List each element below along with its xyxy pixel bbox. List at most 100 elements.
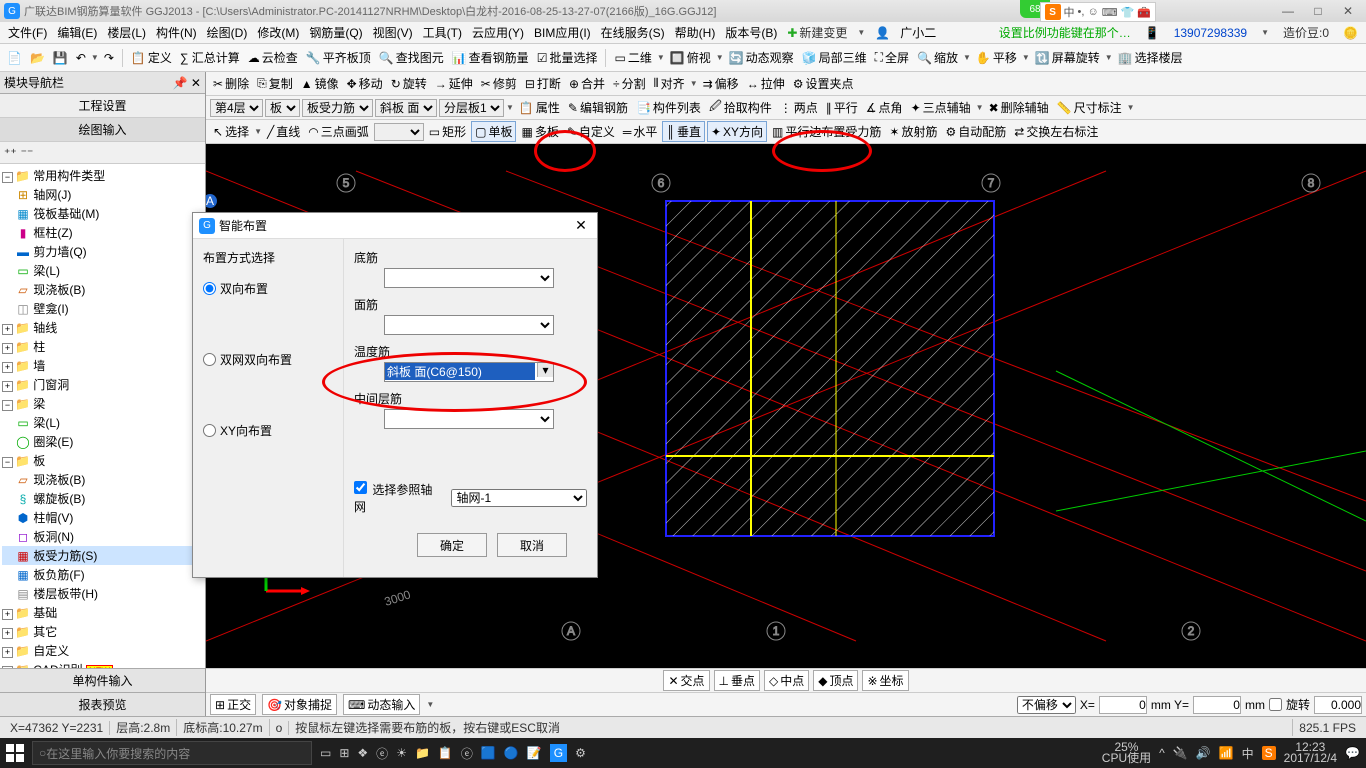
app-icon-7[interactable]: 📝 <box>527 746 542 760</box>
find-element-button[interactable]: 🔍查找图元 <box>376 47 447 68</box>
save-icon[interactable]: 💾 <box>50 49 71 67</box>
osnap-mid[interactable]: ◇ 中点 <box>764 670 809 691</box>
osnap-coord[interactable]: ※ 坐标 <box>862 670 908 691</box>
cloud-check-button[interactable]: ☁云检查 <box>245 47 301 68</box>
ime-tray[interactable]: 中 <box>1242 745 1254 762</box>
dimension-button[interactable]: 📏尺寸标注 <box>1054 98 1125 117</box>
point-angle-button[interactable]: ∡点角 <box>863 98 906 117</box>
app-icon-4[interactable]: 📋 <box>438 746 453 760</box>
app-icon-2[interactable]: ❖ <box>357 746 368 760</box>
menu-edit[interactable]: 编辑(E) <box>53 22 101 43</box>
fullscreen-button[interactable]: ⛶全屏 <box>872 47 912 68</box>
open-file-icon[interactable]: 📂 <box>27 49 48 67</box>
app-icon-8[interactable]: ⚙ <box>575 746 586 760</box>
offset-mode-select[interactable]: 不偏移 <box>1017 696 1076 714</box>
flat-top-button[interactable]: 🔧平齐板顶 <box>303 47 374 68</box>
pick-button[interactable]: 🖉拾取构件 <box>706 96 775 119</box>
toolbox-icon[interactable]: 🧰 <box>1137 6 1151 19</box>
taskbar-search[interactable]: ○ 在这里输入你要搜索的内容 <box>32 741 312 765</box>
explorer-icon[interactable]: 📁 <box>415 746 430 760</box>
vert-button[interactable]: ║垂直 <box>662 121 705 142</box>
maximize-button[interactable]: □ <box>1304 3 1332 19</box>
osnap-perp[interactable]: ⊥ 垂点 <box>714 670 760 691</box>
align-button[interactable]: ⫴对齐 <box>651 74 688 93</box>
cancel-button[interactable]: 取消 <box>497 533 567 557</box>
custom-button[interactable]: ✎自定义 <box>564 122 618 141</box>
horiz-button[interactable]: ═水平 <box>620 122 661 141</box>
offset-y-input[interactable] <box>1193 696 1241 714</box>
tab-single-input[interactable]: 单构件输入 <box>0 668 205 692</box>
keyboard-icon[interactable]: ⌨ <box>1102 6 1118 19</box>
comp-list-button[interactable]: 📑构件列表 <box>633 98 704 117</box>
menu-bim[interactable]: BIM应用(I) <box>530 22 595 43</box>
pan-button[interactable]: ✋平移 <box>973 47 1020 68</box>
linetype-select[interactable] <box>374 123 424 141</box>
volume-icon[interactable]: 🔊 <box>1196 746 1211 760</box>
break-button[interactable]: ⊟打断 <box>522 74 564 93</box>
swap-label-button[interactable]: ⇄交换左右标注 <box>1011 122 1101 141</box>
copy-button[interactable]: ⎘复制 <box>254 74 296 93</box>
split-button[interactable]: ÷分割 <box>610 74 649 93</box>
sogou-tray-icon[interactable]: S <box>1262 746 1276 760</box>
opt-double-net[interactable]: 双网双向布置 <box>203 351 333 368</box>
app-icon-5[interactable]: 🟦 <box>481 746 496 760</box>
props-button[interactable]: 📋属性 <box>516 98 563 117</box>
ime-emoji[interactable]: ☺ <box>1087 6 1098 18</box>
three-point-aux-button[interactable]: ✦三点辅轴 <box>908 98 974 117</box>
menu-cloud[interactable]: 云应用(Y) <box>468 22 528 43</box>
skin-icon[interactable]: 👕 <box>1121 6 1135 19</box>
two-point-button[interactable]: ⋮两点 <box>777 98 821 117</box>
layer-select[interactable]: 分层板1 <box>439 99 504 117</box>
menu-component[interactable]: 构件(N) <box>152 22 201 43</box>
menu-modify[interactable]: 修改(M) <box>253 22 303 43</box>
rotate-check[interactable] <box>1269 698 1282 711</box>
ref-grid-check[interactable]: 选择参照轴网 <box>354 481 441 515</box>
redo-icon[interactable]: ↷ <box>101 49 117 67</box>
overhead-button[interactable]: 🔲俯视 <box>667 47 714 68</box>
dynamic-view-button[interactable]: 🔄动态观察 <box>726 47 797 68</box>
select-floor-button[interactable]: 🏢选择楼层 <box>1115 47 1186 68</box>
parallel-edge-button[interactable]: ▥平行边布置受力筋 <box>769 122 884 141</box>
notifications-icon[interactable]: 💬 <box>1345 746 1360 760</box>
ime-punct[interactable]: •, <box>1078 6 1085 18</box>
rotate-input[interactable] <box>1314 696 1362 714</box>
dialog-close-button[interactable]: ✕ <box>571 217 591 234</box>
rotate-button[interactable]: ↻旋转 <box>388 74 430 93</box>
network-icon[interactable]: 📶 <box>1219 746 1234 760</box>
local-3d-button[interactable]: 🧊局部三维 <box>799 47 870 68</box>
subtype-select[interactable]: 板受力筋 <box>302 99 373 117</box>
power-icon[interactable]: 🔌 <box>1173 746 1188 760</box>
rect-tool[interactable]: ▭矩形 <box>426 122 469 141</box>
phone-number[interactable]: 13907298339 <box>1170 24 1251 42</box>
new-file-icon[interactable]: 📄 <box>4 49 25 67</box>
component-tree[interactable]: −📁 常用构件类型 ⊞ 轴网(J) ▦ 筏板基础(M) ▮ 框柱(Z) ▬ 剪力… <box>0 164 205 668</box>
sum-button[interactable]: ∑ 汇总计算 <box>177 47 243 68</box>
close-button[interactable]: ✕ <box>1334 3 1362 19</box>
taskview-icon[interactable]: ▭ <box>320 746 331 760</box>
parallel-button[interactable]: ∥平行 <box>823 98 861 117</box>
app-icon-1[interactable]: ⊞ <box>339 746 349 760</box>
merge-button[interactable]: ⊕合并 <box>566 74 608 93</box>
batch-select-button[interactable]: ☑批量选择 <box>534 47 601 68</box>
menu-help[interactable]: 帮助(H) <box>671 22 720 43</box>
ref-grid-select[interactable]: 轴网-1 <box>451 489 587 507</box>
ggj-taskbar-icon[interactable]: G <box>550 744 567 762</box>
zoom-button[interactable]: 🔍缩放 <box>914 47 961 68</box>
single-board-button[interactable]: ▢单板 <box>471 121 516 142</box>
component-select[interactable]: 板 <box>265 99 300 117</box>
delete-button[interactable]: ✂删除 <box>210 74 252 93</box>
screen-rotate-button[interactable]: 🔃屏幕旋转 <box>1032 47 1103 68</box>
menu-file[interactable]: 文件(F) <box>4 22 51 43</box>
tray-up-icon[interactable]: ^ <box>1159 746 1165 760</box>
collapse-icon[interactable]: ⁻⁻ <box>21 146 34 160</box>
ime-toolbar[interactable]: S 中 •, ☺ ⌨ 👕 🧰 <box>1040 2 1156 22</box>
menu-online[interactable]: 在线服务(S) <box>597 22 669 43</box>
define-button[interactable]: 📋定义 <box>128 47 175 68</box>
app-icon-6[interactable]: 🔵 <box>504 746 519 760</box>
minimize-button[interactable]: — <box>1274 3 1302 19</box>
multi-board-button[interactable]: ▦多板 <box>518 122 561 141</box>
menu-draw[interactable]: 绘图(D) <box>203 22 252 43</box>
ie-icon[interactable]: ⓔ <box>461 745 473 762</box>
stretch-button[interactable]: ↔拉伸 <box>744 74 788 93</box>
auto-rebar-button[interactable]: ⚙自动配筋 <box>942 122 1009 141</box>
